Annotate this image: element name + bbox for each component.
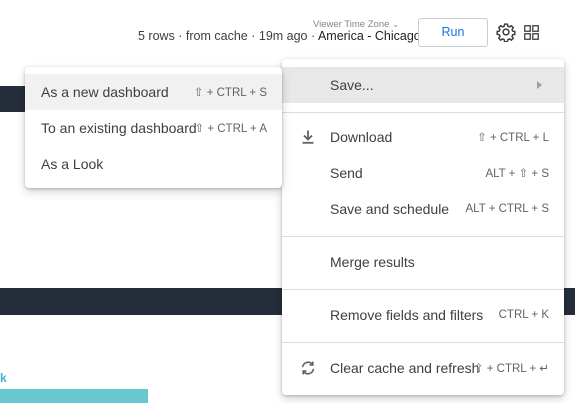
menu-item-label: Remove fields and filters	[330, 307, 484, 323]
menu-item-label: Send	[330, 165, 363, 181]
menu-item-clear-cache[interactable]: Clear cache and refresh ⇧ + CTRL + ↵	[282, 350, 564, 386]
run-button[interactable]: Run	[418, 18, 488, 47]
menu-item-label: Clear cache and refresh	[330, 360, 480, 376]
visualization-bar	[0, 389, 148, 403]
menu-item-download[interactable]: Download ⇧ + CTRL + L	[282, 119, 564, 155]
menu-item-shortcut: CTRL + K	[498, 309, 549, 321]
timezone-value[interactable]: America - Chicago	[318, 29, 421, 43]
menu-divider	[282, 236, 564, 237]
explore-toolbar: Viewer Time Zone ⌄ 5 rows · from cache · …	[0, 0, 575, 66]
menu-item-send[interactable]: Send ALT + ⇧ + S	[282, 155, 564, 191]
menu-item-shortcut: ⇧ + CTRL + ↵	[473, 363, 549, 375]
menu-item-merge-results[interactable]: Merge results	[282, 244, 564, 280]
submenu-item-existing-dashboard[interactable]: To an existing dashboard ⇧ + CTRL + A	[25, 110, 282, 146]
results-status: 5 rows · from cache · 19m ago · America …	[138, 29, 421, 43]
submenu-item-shortcut: ⇧ + CTRL + A	[194, 123, 268, 135]
refresh-icon	[301, 361, 315, 375]
menu-item-label: Merge results	[330, 254, 415, 270]
visualization-link-fragment[interactable]: k	[0, 371, 7, 385]
results-status-text: 5 rows · from cache · 19m ago ·	[138, 29, 318, 43]
submenu-arrow-icon	[537, 81, 542, 89]
menu-item-save-and-schedule[interactable]: Save and schedule ALT + CTRL + S	[282, 191, 564, 227]
menu-divider	[282, 289, 564, 290]
submenu-item-new-dashboard[interactable]: As a new dashboard ⇧ + CTRL + S	[25, 74, 282, 110]
menu-item-label: Save...	[330, 77, 374, 93]
menu-item-shortcut: ⇧ + CTRL + L	[477, 132, 549, 144]
menu-item-save[interactable]: Save...	[282, 67, 564, 103]
submenu-item-label: To an existing dashboard	[41, 120, 197, 136]
submenu-item-as-look[interactable]: As a Look	[25, 146, 282, 182]
save-submenu: As a new dashboard ⇧ + CTRL + S To an ex…	[25, 67, 282, 188]
gear-icon[interactable]	[496, 22, 516, 42]
submenu-item-label: As a Look	[41, 156, 104, 172]
menu-divider	[282, 342, 564, 343]
menu-item-label: Download	[330, 129, 393, 145]
menu-item-shortcut: ALT + ⇧ + S	[485, 168, 549, 180]
menu-item-remove-fields[interactable]: Remove fields and filters CTRL + K	[282, 297, 564, 333]
explore-actions-menu: Save... Download ⇧ + CTRL + L Send ALT +…	[282, 59, 564, 395]
menu-divider	[282, 112, 564, 113]
submenu-item-shortcut: ⇧ + CTRL + S	[193, 87, 267, 99]
submenu-item-label: As a new dashboard	[41, 84, 169, 100]
grid-icon[interactable]	[524, 25, 539, 40]
download-icon	[302, 130, 314, 144]
menu-item-label: Save and schedule	[330, 201, 450, 217]
menu-item-shortcut: ALT + CTRL + S	[465, 203, 549, 215]
chevron-down-icon: ⌄	[392, 20, 400, 29]
